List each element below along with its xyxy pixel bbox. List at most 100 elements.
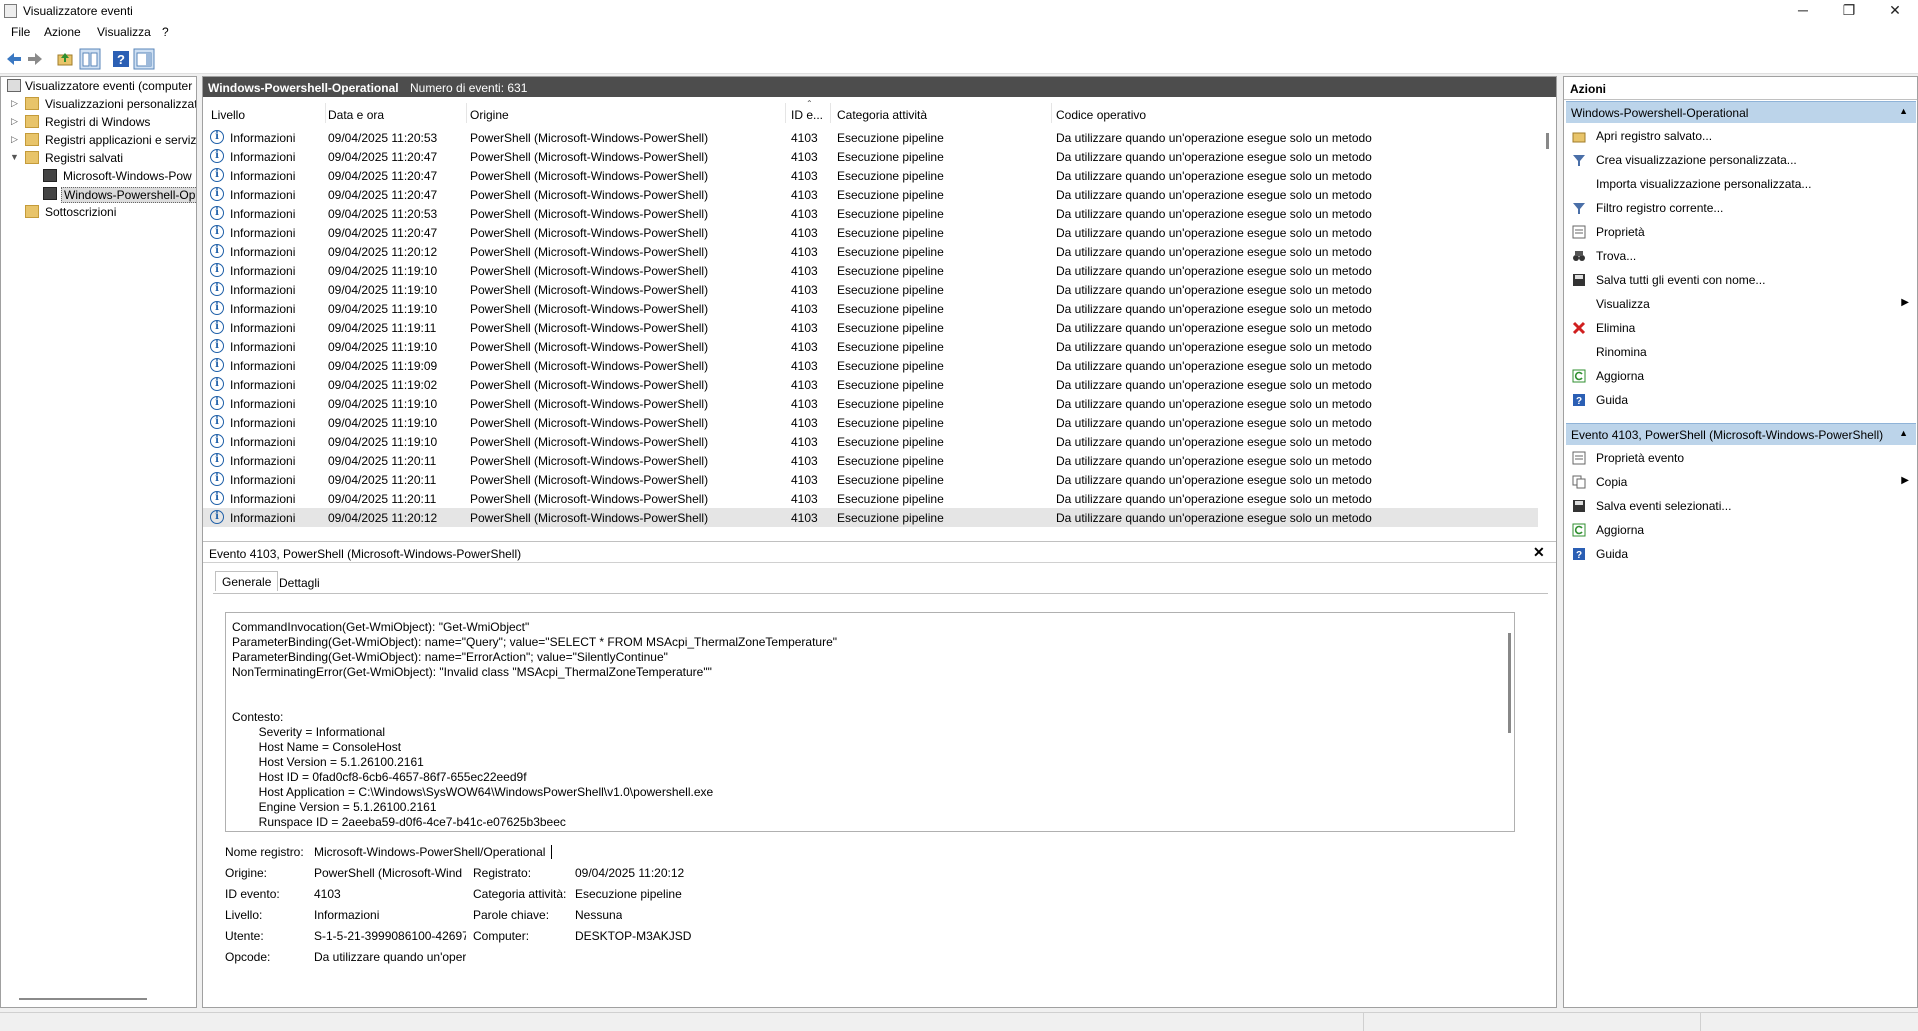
tree-item-saved-logs[interactable]: ▼ Registri salvati bbox=[1, 149, 196, 167]
table-row[interactable]: i Informazioni 09/04/2025 11:20:12 PowerShe… bbox=[203, 508, 1538, 527]
action-visualizza[interactable]: Visualizza ▶ bbox=[1564, 292, 1917, 316]
tree-item-saved-1[interactable]: Microsoft-Windows-Pow bbox=[1, 167, 196, 185]
source-value[interactable]: PowerShell (Microsoft-Wind bbox=[314, 866, 464, 880]
action-propriet-evento[interactable]: Proprietà evento bbox=[1564, 446, 1917, 470]
collapse-icon[interactable]: ▲ bbox=[1899, 428, 1908, 438]
table-row[interactable]: i Informazioni 09/04/2025 11:19:11 PowerShe… bbox=[203, 318, 1538, 337]
logged-value[interactable]: 09/04/2025 11:20:12 bbox=[575, 866, 684, 880]
tree-item-app-logs[interactable]: ▷ Registri applicazioni e servizi bbox=[1, 131, 196, 149]
action-guida[interactable]: ? Guida bbox=[1564, 542, 1917, 566]
menu-visualizza[interactable]: Visualizza bbox=[97, 25, 151, 39]
tree-item-root[interactable]: Visualizzatore eventi (computer bbox=[1, 77, 196, 95]
collapse-icon[interactable]: ▲ bbox=[1899, 106, 1908, 116]
forward-arrow-icon[interactable] bbox=[26, 50, 44, 68]
action-elimina[interactable]: Elimina bbox=[1564, 316, 1917, 340]
back-arrow-icon[interactable] bbox=[5, 50, 23, 68]
table-row[interactable]: i Informazioni 09/04/2025 11:19:10 PowerShe… bbox=[203, 337, 1538, 356]
tree-label: Registri di Windows bbox=[45, 115, 151, 129]
column-category[interactable]: Categoria attività bbox=[837, 108, 927, 128]
action-apri-registro-salvato[interactable]: Apri registro salvato... bbox=[1564, 124, 1917, 148]
chevron-right-icon[interactable]: ▷ bbox=[11, 134, 18, 145]
table-row[interactable]: i Informazioni 09/04/2025 11:19:09 PowerShe… bbox=[203, 356, 1538, 375]
maximize-button[interactable]: ❐ bbox=[1826, 0, 1872, 22]
action-filtro-registro-corrente[interactable]: Filtro registro corrente... bbox=[1564, 196, 1917, 220]
chevron-down-icon[interactable]: ▼ bbox=[10, 152, 19, 162]
level-value[interactable]: Informazioni bbox=[314, 908, 379, 922]
action-propriet[interactable]: Proprietà bbox=[1564, 220, 1917, 244]
menu-azione[interactable]: Azione bbox=[44, 25, 81, 39]
action-trova[interactable]: Trova... bbox=[1564, 244, 1917, 268]
menu-file[interactable]: File bbox=[11, 25, 30, 39]
event-fields: Nome registro: Microsoft-Windows-PowerSh… bbox=[203, 845, 1556, 995]
table-row[interactable]: i Informazioni 09/04/2025 11:19:02 PowerShe… bbox=[203, 375, 1538, 394]
show-hide-tree-icon[interactable] bbox=[79, 48, 101, 70]
cell-event-id: 4103 bbox=[791, 435, 818, 449]
table-row[interactable]: i Informazioni 09/04/2025 11:20:11 PowerShe… bbox=[203, 489, 1538, 508]
column-level[interactable]: Livello bbox=[211, 108, 245, 128]
table-row[interactable]: i Informazioni 09/04/2025 11:20:47 PowerShe… bbox=[203, 166, 1538, 185]
log-name-value[interactable]: Microsoft-Windows-PowerShell/Operational bbox=[314, 845, 545, 859]
chevron-right-icon[interactable]: ▷ bbox=[11, 116, 18, 127]
table-row[interactable]: i Informazioni 09/04/2025 11:19:10 PowerShe… bbox=[203, 413, 1538, 432]
close-button[interactable]: ✕ bbox=[1872, 0, 1918, 22]
table-row[interactable]: i Informazioni 09/04/2025 11:19:10 PowerShe… bbox=[203, 432, 1538, 451]
table-row[interactable]: i Informazioni 09/04/2025 11:19:10 PowerShe… bbox=[203, 299, 1538, 318]
close-detail-icon[interactable]: ✕ bbox=[1533, 544, 1545, 561]
tree-item-saved-2[interactable]: Windows-Powershell-Op bbox=[1, 185, 196, 203]
event-message-box[interactable]: CommandInvocation(Get-WmiObject): "Get-W… bbox=[225, 612, 1515, 832]
minimize-button[interactable]: ─ bbox=[1780, 0, 1826, 22]
show-hide-actions-icon[interactable] bbox=[133, 48, 155, 70]
actions-section-event[interactable]: Evento 4103, PowerShell (Microsoft-Windo… bbox=[1566, 423, 1916, 445]
actions-section-log[interactable]: Windows-Powershell-Operational ▲ bbox=[1566, 101, 1916, 123]
table-row[interactable]: i Informazioni 09/04/2025 11:20:53 PowerShe… bbox=[203, 204, 1538, 223]
vertical-scrollbar[interactable] bbox=[1508, 633, 1511, 733]
keywords-value[interactable]: Nessuna bbox=[575, 908, 622, 922]
table-row[interactable]: i Informazioni 09/04/2025 11:19:10 PowerShe… bbox=[203, 261, 1538, 280]
action-importa-visualizzazione-personalizzata[interactable]: Importa visualizzazione personalizzata..… bbox=[1564, 172, 1917, 196]
vertical-scrollbar[interactable] bbox=[1546, 133, 1549, 149]
chevron-right-icon[interactable]: ▷ bbox=[11, 98, 18, 109]
column-divider[interactable] bbox=[830, 103, 831, 123]
table-row[interactable]: i Informazioni 09/04/2025 11:20:11 PowerShe… bbox=[203, 470, 1538, 489]
help-icon[interactable]: ? bbox=[112, 50, 130, 68]
event-id-value[interactable]: 4103 bbox=[314, 887, 341, 901]
table-row[interactable]: i Informazioni 09/04/2025 11:19:10 PowerShe… bbox=[203, 394, 1538, 413]
user-value[interactable]: S-1-5-21-3999086100-426973 bbox=[314, 929, 466, 943]
column-divider[interactable] bbox=[1051, 103, 1052, 123]
action-crea-visualizzazione-personalizzata[interactable]: Crea visualizzazione personalizzata... bbox=[1564, 148, 1917, 172]
column-divider[interactable] bbox=[325, 103, 326, 123]
tree-item-custom-views[interactable]: ▷ Visualizzazioni personalizzate bbox=[1, 95, 196, 113]
computer-value[interactable]: DESKTOP-M3AKJSD bbox=[575, 929, 691, 943]
tree-item-subscriptions[interactable]: Sottoscrizioni bbox=[1, 203, 196, 221]
column-date[interactable]: Data e ora bbox=[328, 108, 384, 128]
column-divider[interactable] bbox=[466, 103, 467, 123]
table-row[interactable]: i Informazioni 09/04/2025 11:19:10 PowerShe… bbox=[203, 280, 1538, 299]
menu-help[interactable]: ? bbox=[162, 25, 169, 39]
tab-generale[interactable]: Generale bbox=[215, 571, 279, 591]
table-row[interactable]: i Informazioni 09/04/2025 11:20:47 PowerShe… bbox=[203, 223, 1538, 242]
action-salva-eventi-selezionati[interactable]: Salva eventi selezionati... bbox=[1564, 494, 1917, 518]
column-divider[interactable] bbox=[785, 103, 786, 123]
task-category-value[interactable]: Esecuzione pipeline bbox=[575, 887, 682, 901]
action-copia[interactable]: Copia ▶ bbox=[1564, 470, 1917, 494]
tree-item-windows-logs[interactable]: ▷ Registri di Windows bbox=[1, 113, 196, 131]
action-aggiorna[interactable]: Aggiorna bbox=[1564, 364, 1917, 388]
action-aggiorna[interactable]: Aggiorna bbox=[1564, 518, 1917, 542]
up-folder-icon[interactable] bbox=[56, 50, 74, 68]
table-row[interactable]: i Informazioni 09/04/2025 11:20:11 PowerShe… bbox=[203, 451, 1538, 470]
section-label: Evento 4103, PowerShell (Microsoft-Windo… bbox=[1571, 428, 1884, 442]
action-guida[interactable]: ? Guida bbox=[1564, 388, 1917, 412]
tab-dettagli[interactable]: Dettagli bbox=[273, 573, 326, 593]
column-event-id[interactable]: ID e... bbox=[791, 108, 823, 128]
column-opcode[interactable]: Codice operativo bbox=[1056, 108, 1146, 128]
opcode-value[interactable]: Da utilizzare quando un'oper bbox=[314, 950, 466, 964]
table-row[interactable]: i Informazioni 09/04/2025 11:20:12 PowerShe… bbox=[203, 242, 1538, 261]
action-rinomina[interactable]: Rinomina bbox=[1564, 340, 1917, 364]
horizontal-scrollbar[interactable] bbox=[19, 998, 147, 1000]
table-row[interactable]: i Informazioni 09/04/2025 11:20:47 PowerShe… bbox=[203, 147, 1538, 166]
table-row[interactable]: i Informazioni 09/04/2025 11:20:53 PowerShe… bbox=[203, 128, 1538, 147]
table-row[interactable]: i Informazioni 09/04/2025 11:20:47 PowerShe… bbox=[203, 185, 1538, 204]
action-salva-tutti-gli-eventi-con-nome[interactable]: Salva tutti gli eventi con nome... bbox=[1564, 268, 1917, 292]
column-source[interactable]: Origine bbox=[470, 108, 509, 128]
svg-text:?: ? bbox=[1576, 550, 1582, 561]
